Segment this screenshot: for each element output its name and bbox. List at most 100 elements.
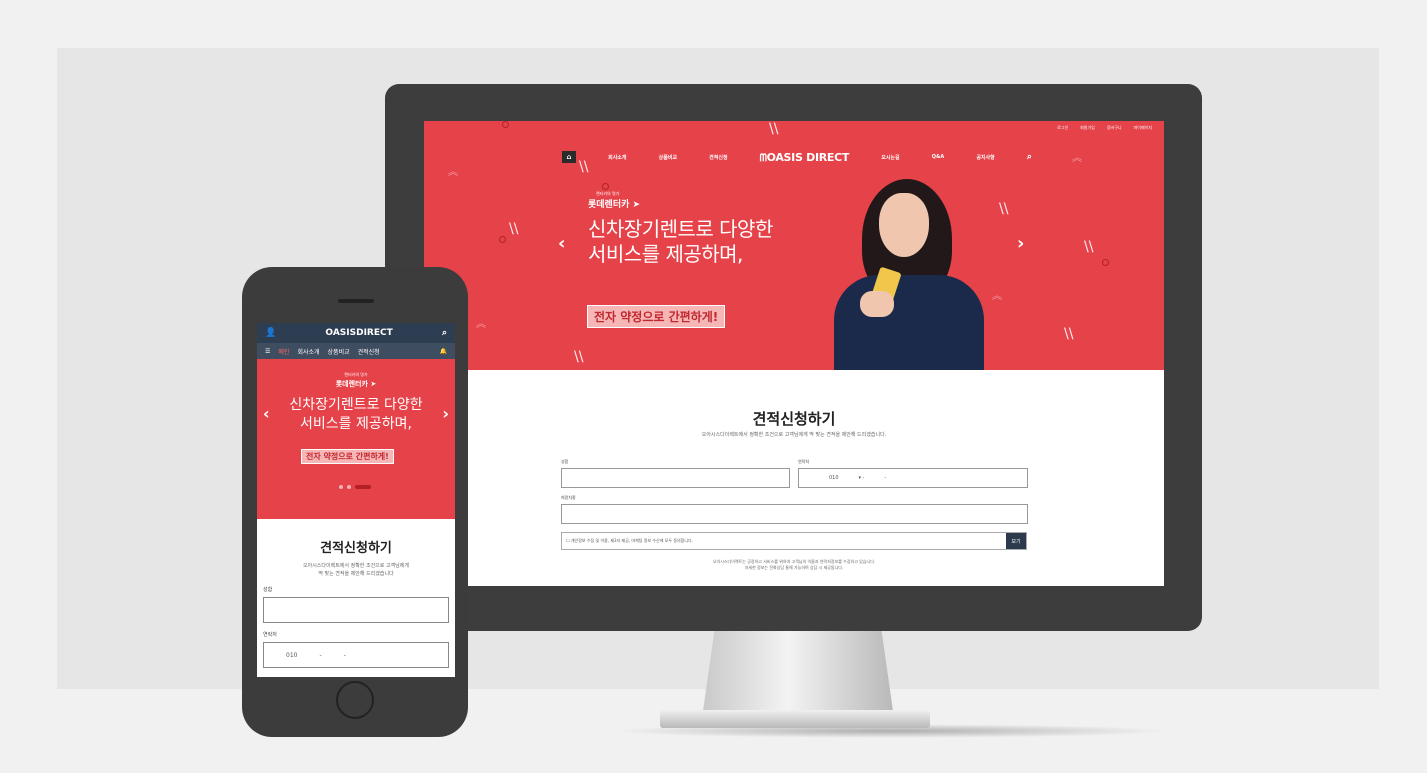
hero-headline-line: 신차장기렌트로 다양한: [588, 217, 773, 241]
hero-headline-line: 서비스를 제공하며,: [588, 242, 743, 266]
separator-icon: -: [319, 651, 322, 659]
logo-mark-icon: ᗰ: [759, 152, 767, 164]
name-input[interactable]: [263, 597, 449, 623]
nav-item-location[interactable]: 오시는길: [881, 154, 899, 161]
nav-item-notice[interactable]: 공지사항: [976, 154, 994, 161]
slash-decoration-icon: \\: [999, 201, 1009, 217]
menu-item-main[interactable]: 메인: [278, 347, 289, 356]
separator-icon: -: [343, 651, 346, 659]
login-link[interactable]: 로그인: [1057, 125, 1068, 131]
name-label: 성함: [263, 587, 273, 593]
subtitle-line: 딱 맞는 견적을 제안해 드리겠습니다: [318, 571, 394, 577]
quote-form-title: 견적신청하기: [320, 541, 392, 556]
name-input[interactable]: [561, 468, 790, 488]
slide-prev-arrow-icon[interactable]: ‹: [558, 233, 565, 254]
privacy-footnote: 오아시스다이렉트는 공정하고 서비스를 위하여 고객님의 이름과 연락처정보를 …: [424, 559, 1164, 571]
agree-checkbox-icon[interactable]: ☐: [566, 538, 570, 543]
cart-link[interactable]: 장바구니: [1107, 125, 1122, 131]
phone-speaker: [338, 299, 374, 303]
mobile-header: 👤 OASISDIRECT ⌕: [257, 323, 455, 343]
mobile-logo[interactable]: OASISDIRECT: [325, 328, 392, 338]
desktop-hero-banner: 로그인 회원가입 장바구니 마이페이지 ⌂ 회사소개 상품비교 견적신청 ᗰOA…: [424, 121, 1164, 370]
slide-pagination: [339, 485, 371, 489]
slash-decoration-icon: \\: [1064, 326, 1074, 342]
slide-dot[interactable]: [347, 485, 351, 489]
name-label: 성함: [561, 459, 569, 464]
mypage-link[interactable]: 마이페이지: [1134, 125, 1152, 131]
mobile-hero-banner: 렌터카의 명가 롯데렌터카 ➤ 신차장기렌트로 다양한 서비스를 제공하며, ‹…: [257, 359, 455, 519]
nav-item-compare[interactable]: 상품비교: [659, 154, 677, 161]
main-nav: ⌂ 회사소개 상품비교 견적신청 ᗰOASIS DIRECT 오시는길 Q&A …: [562, 150, 1032, 164]
brand-logo: 롯데렌터카 ➤: [257, 379, 455, 389]
brand-arrow-icon: ➤: [632, 200, 641, 210]
brand-name: 롯데렌터카: [588, 200, 630, 210]
brand-logo: 롯데렌터카 ➤: [588, 197, 640, 210]
slide-next-arrow-icon[interactable]: ›: [1017, 233, 1024, 254]
phone-input[interactable]: 010 - -: [263, 642, 449, 668]
desktop-monitor: 로그인 회원가입 장바구니 마이페이지 ⌂ 회사소개 상품비교 견적신청 ᗰOA…: [385, 84, 1202, 631]
menu-item-company[interactable]: 회사소개: [297, 347, 319, 356]
search-icon[interactable]: ⌕: [1027, 152, 1032, 162]
agree-box: ☐ 개인정보 수집 및 이용, 제3자 제공, 마케팅 정보 수신에 모두 동의…: [561, 532, 1027, 550]
menu-item-quote[interactable]: 견적신청: [358, 347, 380, 356]
hero-headline-line: 서비스를 제공하며,: [300, 416, 412, 432]
mobile-menu-bar: ☰ 메인 회사소개 상품비교 견적신청 🔔: [257, 343, 455, 359]
slide-prev-arrow-icon[interactable]: ‹: [263, 404, 270, 423]
bell-icon[interactable]: 🔔: [440, 348, 447, 355]
circle-decoration-icon: [502, 121, 509, 128]
circle-decoration-icon: [499, 236, 506, 243]
mobile-screen: 👤 OASISDIRECT ⌕ ☰ 메인 회사소개 상품비교 견적신청 🔔 렌터…: [257, 323, 455, 677]
user-icon[interactable]: 👤: [265, 328, 276, 338]
chevron-decoration-icon: ︽: [476, 319, 486, 330]
brand-tagline: 렌터카의 명가: [344, 372, 368, 377]
nav-item-quote[interactable]: 견적신청: [709, 154, 727, 161]
select-caret-icon: ▾ -: [858, 475, 865, 481]
hero-headline: 신차장기렌트로 다양한 서비스를 제공하며,: [257, 396, 455, 434]
hero-cta-badge: 전자 약정으로 간편하게!: [301, 449, 394, 464]
mobile-device: 👤 OASISDIRECT ⌕ ☰ 메인 회사소개 상품비교 견적신청 🔔 렌터…: [242, 267, 468, 737]
desktop-screen: 로그인 회원가입 장바구니 마이페이지 ⌂ 회사소개 상품비교 견적신청 ᗰOA…: [424, 121, 1164, 586]
nav-item-qna[interactable]: Q&A: [932, 154, 944, 160]
agree-text: 개인정보 수집 및 이용, 제3자 제공, 마케팅 정보 수신에 모두 동의합니…: [570, 538, 693, 543]
brand-arrow-icon: ➤: [370, 380, 377, 388]
chevron-decoration-icon: ︽: [992, 291, 1002, 302]
footnote-line: 자세한 정보는 전화상담 통해 가능하며 상담 시 제공됩니다.: [744, 565, 844, 570]
search-icon[interactable]: ⌕: [442, 328, 447, 338]
slash-decoration-icon: \\: [769, 121, 779, 137]
agree-view-button[interactable]: 보기: [1006, 533, 1026, 549]
hamburger-icon[interactable]: ☰: [265, 348, 270, 355]
menu-item-compare[interactable]: 상품비교: [328, 347, 350, 356]
car-input[interactable]: [561, 504, 1028, 524]
slide-next-arrow-icon[interactable]: ›: [442, 404, 449, 423]
chevron-decoration-icon: ︽: [448, 167, 458, 178]
subtitle-line: 오아시스다이렉트에서 정확한 조건으로 고객님에게: [303, 563, 409, 569]
logo-text: OASIS DIRECT: [766, 150, 850, 164]
phone-label: 연락처: [798, 459, 810, 464]
slide-dot-active[interactable]: [355, 485, 371, 489]
car-label: 희망차종: [561, 495, 576, 500]
quote-form-title: 견적신청하기: [752, 410, 836, 428]
slash-decoration-icon: \\: [574, 349, 584, 365]
quote-form-subtitle: 오아시스다이렉트에서 정확한 조건으로 고객님에게 딱 맞는 견적을 제안해 드…: [257, 562, 455, 578]
top-links: 로그인 회원가입 장바구니 마이페이지: [1057, 125, 1152, 131]
circle-decoration-icon: [602, 183, 609, 190]
home-icon[interactable]: ⌂: [562, 151, 576, 163]
signup-link[interactable]: 회원가입: [1080, 125, 1095, 131]
monitor-stand-base: [660, 710, 930, 728]
circle-decoration-icon: [1102, 259, 1109, 266]
phone-input[interactable]: 010 ▾ - -: [798, 468, 1028, 488]
site-logo[interactable]: ᗰOASIS DIRECT: [759, 150, 850, 164]
home-button[interactable]: [336, 681, 374, 719]
hero-cta-badge: 전자 약정으로 간편하게!: [587, 305, 726, 328]
brand-name: 롯데렌터카: [335, 380, 368, 388]
slide-dot[interactable]: [339, 485, 343, 489]
phone-prefix: 010: [829, 475, 839, 481]
quote-form-subtitle: 오아시스다이렉트에서 정확한 조건으로 고객님에게 딱 맞는 견적을 제안해 드…: [701, 432, 887, 438]
slash-decoration-icon: \\: [1084, 239, 1094, 255]
separator-icon: -: [884, 475, 887, 481]
model-photo: [834, 179, 984, 370]
phone-prefix: 010: [286, 651, 298, 659]
slash-decoration-icon: \\: [579, 159, 589, 175]
slash-decoration-icon: \\: [509, 221, 519, 237]
nav-item-company[interactable]: 회사소개: [608, 154, 626, 161]
